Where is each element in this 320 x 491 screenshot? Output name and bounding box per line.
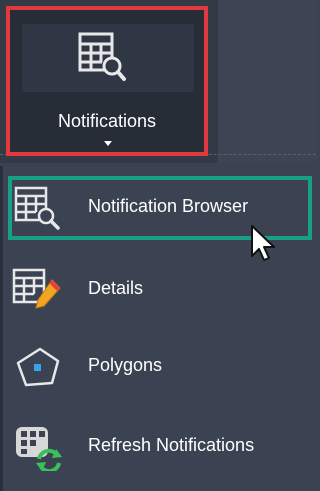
mouse-cursor-icon: [251, 225, 275, 261]
menu-item-label: Refresh Notifications: [88, 435, 255, 455]
notifications-button-label: Notifications: [57, 111, 157, 131]
menu-item-refresh-notifications[interactable]: Refresh Notifications: [8, 415, 312, 479]
menu-item-polygons[interactable]: Polygons: [8, 335, 312, 399]
refresh-notifications-icon: [16, 427, 62, 471]
menu-item-label: Details: [88, 278, 144, 298]
notifications-ribbon-button[interactable]: Notifications: [6, 6, 208, 156]
caret-down-icon[interactable]: [104, 141, 112, 146]
polygon-icon: [16, 347, 60, 387]
details-edit-icon: [12, 268, 61, 309]
notification-browser-icon: [14, 186, 60, 230]
ribbon-background: [218, 0, 316, 163]
menu-edge: [0, 166, 3, 491]
menu-item-label: Polygons: [88, 355, 163, 375]
notification-browser-icon: [78, 32, 126, 81]
menu-item-label: Notification Browser: [88, 196, 249, 216]
menu-item-details[interactable]: Details: [8, 258, 312, 322]
